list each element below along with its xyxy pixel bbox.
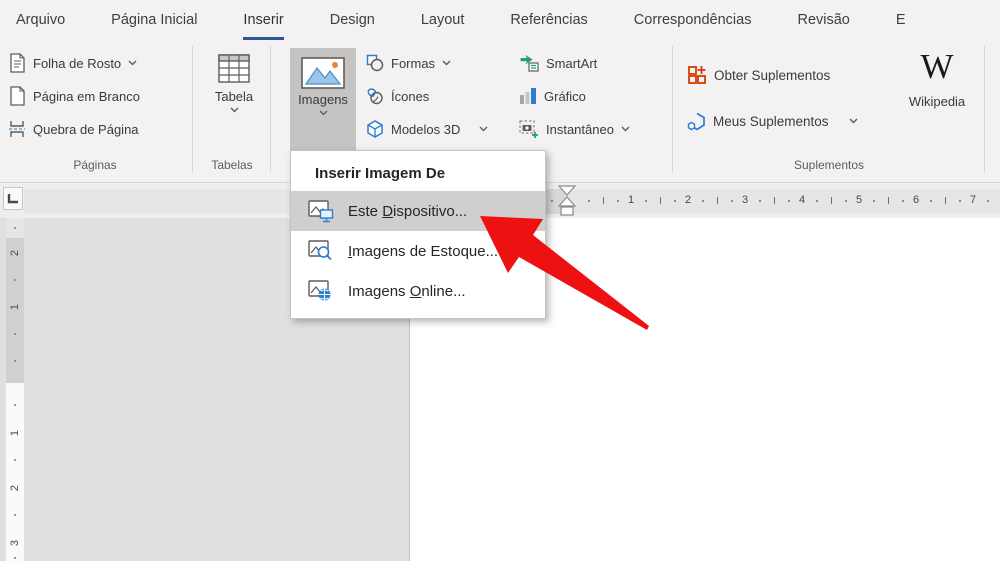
group-label-suplementos: Suplementos <box>674 158 984 172</box>
instantaneo-label: Instantâneo <box>546 122 614 137</box>
group-divider <box>672 46 673 172</box>
tab-pagina-inicial[interactable]: Página Inicial <box>111 0 197 40</box>
tabela-label: Tabela <box>215 89 253 104</box>
folha-de-rosto-label: Folha de Rosto <box>33 56 121 71</box>
chart-icon <box>519 87 537 105</box>
tab-arquivo[interactable]: Arquivo <box>16 0 65 40</box>
tabela-button[interactable]: Tabela <box>200 48 268 113</box>
tab-revisao[interactable]: Revisão <box>797 0 849 40</box>
obter-suplementos-button[interactable]: Obter Suplementos <box>687 62 830 88</box>
shapes-icon <box>366 54 384 72</box>
cover-page-icon <box>8 53 26 73</box>
image-icon <box>301 57 345 89</box>
menu-item-label: Este Dispositivo... <box>348 203 467 220</box>
group-divider <box>192 46 193 172</box>
vertical-ruler: 21123 <box>6 218 24 561</box>
dropdown-header: Inserir Imagem De <box>291 151 545 191</box>
obter-suplementos-label: Obter Suplementos <box>714 68 830 83</box>
menu-item-imagens-online[interactable]: Imagens Online... <box>291 271 545 311</box>
modelos-3d-button[interactable]: Modelos 3D <box>366 116 488 142</box>
screenshot-icon <box>519 120 539 139</box>
menu-item-este-dispositivo[interactable]: Este Dispositivo... <box>291 191 545 231</box>
group-divider <box>270 46 271 172</box>
folha-de-rosto-button[interactable]: Folha de Rosto <box>8 50 137 76</box>
tab-inserir[interactable]: Inserir <box>243 0 283 40</box>
tab-stop-selector[interactable] <box>3 187 23 210</box>
icones-label: Ícones <box>391 89 429 104</box>
stock-images-icon <box>308 240 335 263</box>
chevron-down-icon[interactable] <box>849 118 858 124</box>
icons-bird-icon <box>366 87 384 105</box>
formas-label: Formas <box>391 56 435 71</box>
chevron-down-icon[interactable] <box>621 126 630 132</box>
modelos-3d-label: Modelos 3D <box>391 122 460 137</box>
online-pictures-icon <box>308 280 335 303</box>
meus-suplementos-label: Meus Suplementos <box>713 114 829 129</box>
ribbon-tab-bar: Arquivo Página Inicial Inserir Design La… <box>0 0 1000 40</box>
picture-from-device-icon <box>308 200 335 223</box>
menu-item-imagens-de-estoque[interactable]: Imagens de Estoque... <box>291 231 545 271</box>
imagens-label: Imagens <box>298 92 348 107</box>
wikipedia-w-icon: W <box>920 48 953 86</box>
quebra-de-pagina-button[interactable]: Quebra de Página <box>8 116 139 142</box>
chevron-down-icon <box>128 60 137 66</box>
tab-correspondencias[interactable]: Correspondências <box>634 0 752 40</box>
chevron-down-icon <box>442 60 451 66</box>
blank-page-icon <box>8 86 26 106</box>
tab-exibir-clipped[interactable]: E <box>896 0 906 40</box>
grafico-label: Gráfico <box>544 89 586 104</box>
indent-markers[interactable] <box>556 185 578 222</box>
pagina-em-branco-button[interactable]: Página em Branco <box>8 83 140 109</box>
get-addins-icon <box>687 65 707 85</box>
page-break-icon <box>8 120 26 138</box>
wikipedia-label: Wikipedia <box>909 94 965 109</box>
word-window: Arquivo Página Inicial Inserir Design La… <box>0 0 1000 561</box>
tab-layout[interactable]: Layout <box>421 0 465 40</box>
wikipedia-button[interactable]: W Wikipedia <box>901 48 973 109</box>
table-icon <box>217 52 251 86</box>
tab-design[interactable]: Design <box>330 0 375 40</box>
grafico-button[interactable]: Gráfico <box>519 83 586 109</box>
imagens-dropdown-menu: Inserir Imagem De Este Dispositivo... Im… <box>290 150 546 319</box>
group-label-paginas: Páginas <box>0 158 190 172</box>
chevron-down-icon <box>230 107 239 113</box>
icones-button[interactable]: Ícones <box>366 83 429 109</box>
smartart-button[interactable]: SmartArt <box>519 50 597 76</box>
instantaneo-button[interactable]: Instantâneo <box>519 116 630 142</box>
group-divider <box>984 46 985 172</box>
pagina-em-branco-label: Página em Branco <box>33 89 140 104</box>
quebra-de-pagina-label: Quebra de Página <box>33 122 139 137</box>
chevron-down-icon[interactable] <box>479 126 488 132</box>
group-label-tabelas: Tabelas <box>194 158 270 172</box>
smartart-icon <box>519 54 539 72</box>
3d-cube-icon <box>366 120 384 138</box>
smartart-label: SmartArt <box>546 56 597 71</box>
meus-suplementos-button[interactable]: Meus Suplementos <box>687 108 858 134</box>
tab-referencias[interactable]: Referências <box>510 0 587 40</box>
menu-item-label: Imagens de Estoque... <box>348 243 498 260</box>
menu-item-label: Imagens Online... <box>348 283 466 300</box>
chevron-down-icon[interactable] <box>319 110 328 116</box>
formas-button[interactable]: Formas <box>366 50 451 76</box>
imagens-button[interactable]: Imagens <box>290 48 356 150</box>
my-addins-icon <box>687 112 706 131</box>
